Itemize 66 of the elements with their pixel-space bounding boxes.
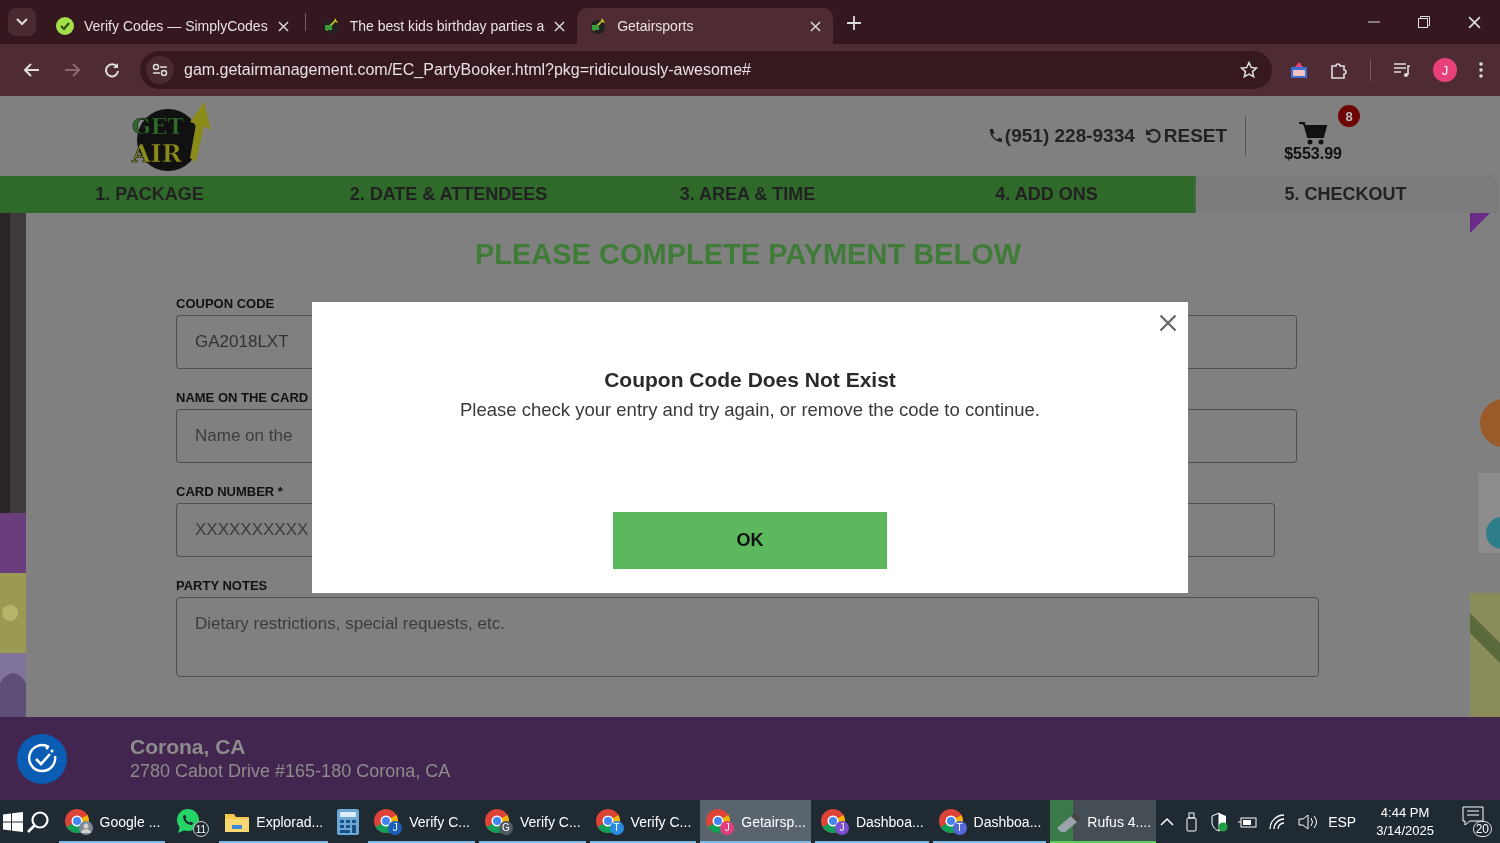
address-bar[interactable]: gam.getairmanagement.com/EC_PartyBooker.html?pkg=ridiculously-awesome# — [140, 51, 1272, 89]
chrome-icon — [63, 807, 94, 836]
calculator-icon — [337, 808, 360, 835]
new-tab-icon[interactable] — [847, 16, 862, 30]
cart-count-badge: 8 — [1338, 105, 1360, 127]
ok-button[interactable]: OK — [613, 512, 887, 569]
field-label: COUPON CODE — [176, 296, 276, 311]
taskbar-button[interactable]: Rufus 4.... — [1050, 800, 1157, 843]
field-label: PARTY NOTES — [176, 578, 269, 593]
menu-icon[interactable] — [1479, 62, 1483, 78]
reset-link[interactable]: RESET — [1144, 125, 1228, 147]
site-settings-icon[interactable] — [152, 63, 168, 77]
cart-total: $553.99 — [1284, 145, 1342, 163]
taskbar-clock[interactable]: 4:44 PM 3/14/2025 — [1376, 803, 1434, 840]
phone-icon — [987, 128, 1002, 144]
arrow-logo-icon — [589, 17, 608, 35]
browser-tab[interactable]: Verify Codes — SimplyCodes — [44, 8, 301, 44]
check-leaf-icon — [56, 17, 74, 35]
location-city: Corona, CA — [130, 735, 247, 759]
chevron-down-icon[interactable] — [16, 18, 28, 26]
bookmark-star-icon[interactable] — [1240, 61, 1258, 79]
arrow-logo-icon — [321, 17, 340, 35]
notifications-button[interactable]: 20 — [1462, 806, 1492, 837]
phone-link[interactable]: (951) 228-9334 — [987, 125, 1135, 147]
reload-icon[interactable] — [104, 62, 120, 78]
browser-tab[interactable]: Getairsports — [577, 8, 834, 44]
input-field[interactable] — [1188, 503, 1275, 557]
input-field[interactable] — [1188, 315, 1297, 369]
cart-icon — [1299, 121, 1328, 145]
back-icon[interactable] — [24, 63, 40, 77]
forward-icon[interactable] — [64, 63, 80, 77]
page-heading: PLEASE COMPLETE PAYMENT BELOW — [473, 237, 1023, 271]
search-icon[interactable] — [25, 809, 50, 834]
input-field[interactable] — [1188, 409, 1297, 463]
windows-icon[interactable] — [2, 811, 23, 832]
language-indicator[interactable]: ESP — [1328, 813, 1357, 830]
taskbar-button[interactable]: J Dashboa... — [814, 800, 929, 843]
chevron-up-icon[interactable] — [1160, 816, 1175, 827]
taskbar-button[interactable]: T Dashboa... — [932, 800, 1047, 843]
taskbar-button[interactable]: J Verify C... — [368, 800, 475, 843]
field-label: CARD NUMBER * — [176, 484, 284, 499]
tab-list-button[interactable] — [8, 8, 36, 36]
extension-icon[interactable] — [1290, 61, 1308, 79]
taskbar-button[interactable]: Explorad... — [219, 800, 329, 843]
restore-icon[interactable] — [1418, 16, 1430, 28]
reset-icon — [1144, 128, 1161, 144]
taskbar-button[interactable]: 11 — [169, 800, 216, 843]
profile-avatar[interactable]: J — [1433, 58, 1457, 82]
accessibility-button[interactable] — [17, 733, 67, 784]
location-address: 2780 Cabot Drive #165-180 Corona, CA — [130, 761, 451, 782]
dialog-message: Please check your entry and try again, or remove the code to continue. — [460, 398, 1040, 422]
taskbar-button[interactable]: J Getairsp... — [700, 800, 811, 843]
step-tab[interactable]: 5. CHECKOUT — [1196, 176, 1495, 213]
volume-icon[interactable] — [1298, 813, 1319, 830]
taskbar-button[interactable]: G Verify C... — [478, 800, 586, 843]
battery-icon[interactable] — [1238, 814, 1259, 829]
taskbar-button[interactable]: T Verify C... — [589, 800, 697, 843]
media-controls-icon[interactable] — [1393, 62, 1411, 78]
dialog-title: Coupon Code Does Not Exist — [604, 368, 896, 392]
taskbar-button[interactable]: Google ... — [58, 800, 166, 843]
extensions-puzzle-icon[interactable] — [1330, 61, 1348, 79]
browser-tab[interactable]: The best kids birthday parties a — [309, 8, 578, 44]
shield-icon[interactable] — [1210, 811, 1229, 832]
field-label: NAME ON THE CARD — [176, 390, 310, 405]
usb-drive-icon — [1055, 811, 1082, 832]
close-icon[interactable] — [1159, 314, 1177, 332]
